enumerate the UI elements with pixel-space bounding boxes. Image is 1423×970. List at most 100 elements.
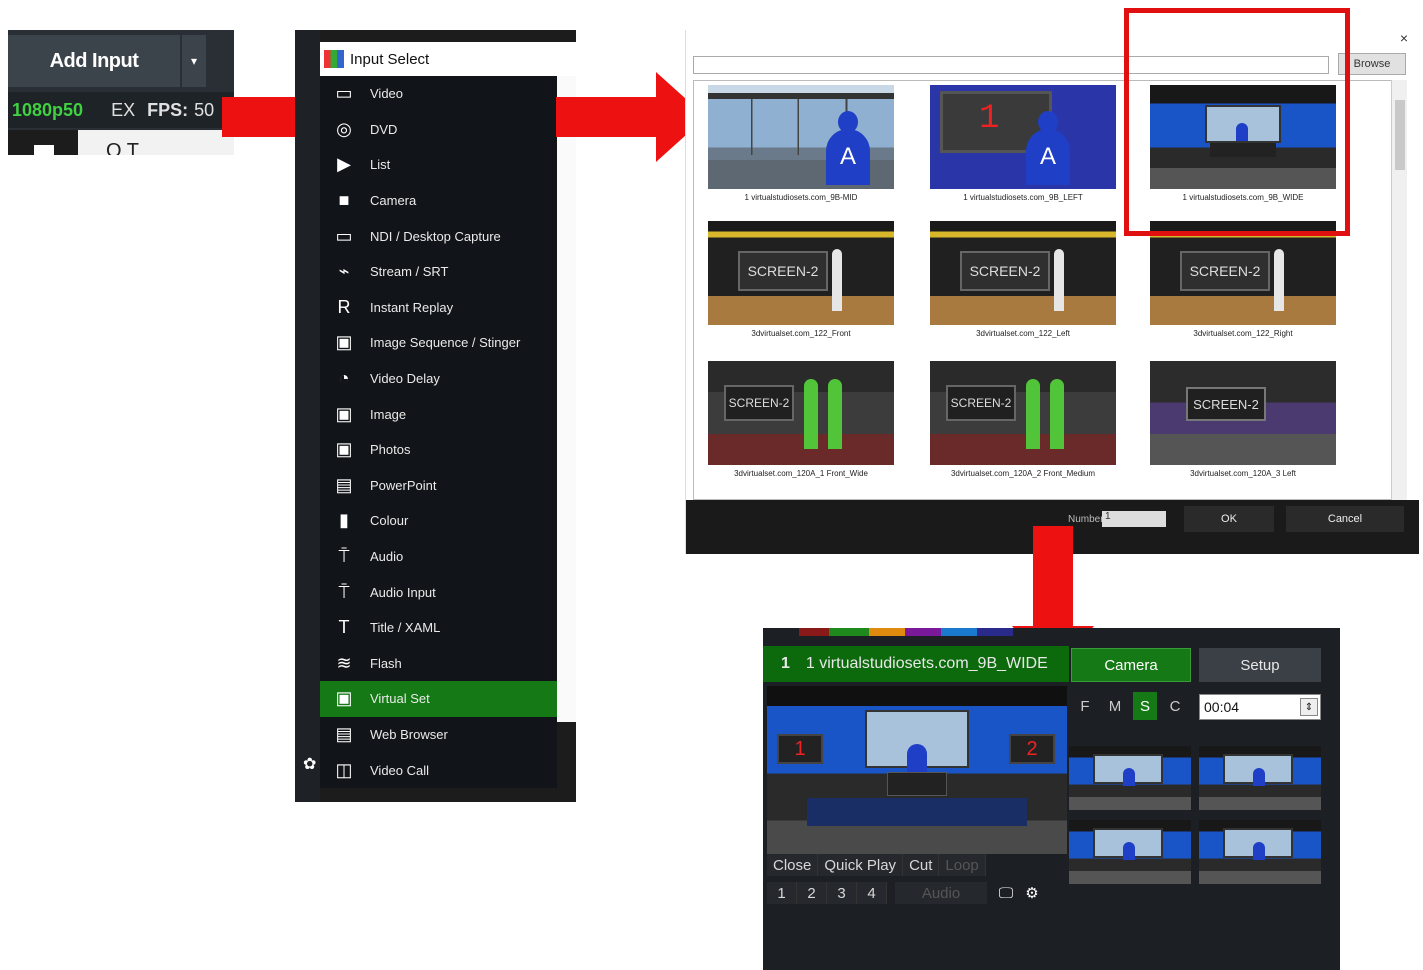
input-select-titlebar: Input Select [320,42,576,76]
menu-item-video-delay[interactable]: ◔ Video Delay [320,361,557,397]
mode-button-s[interactable]: S [1133,692,1157,720]
monitor-left: 1 [777,734,823,764]
mode-buttons: FMSC [1073,692,1187,720]
thumbnail-item[interactable]: A 1 virtualstudiosets.com_9B_LEFT [930,85,1116,202]
menu-item-label: List [370,157,391,173]
menu-item-label: Video Call [370,762,430,778]
menu-item-powerpoint[interactable]: ▤ PowerPoint [320,468,557,504]
menu-item-label: DVD [370,121,398,137]
color-tab[interactable] [977,628,1013,636]
spin-icon[interactable]: ⇕ [1300,698,1318,716]
presentation-icon: ▤ [335,474,353,495]
input-preview[interactable]: 1 2 [767,686,1067,854]
gear-icon[interactable]: ✿ [303,754,316,774]
thumbnail-caption: 3dvirtualset.com_120A_1 Front_Wide [734,469,868,478]
color-tab[interactable] [869,628,905,636]
menu-item-audio-input[interactable]: ⍑ Audio Input [320,574,557,610]
input-header[interactable]: 1 1 virtualstudiosets.com_9B_WIDE [763,646,1069,682]
taskbar-search[interactable]: O T [106,140,139,155]
color-tab[interactable] [941,628,977,636]
thumbnail-image: A [930,85,1116,189]
menu-item-colour[interactable]: ▮ Colour [320,503,557,539]
menu-item-audio[interactable]: ⍑ Audio [320,539,557,575]
time-field[interactable]: 00:04 ⇕ [1199,694,1321,720]
thumbnail-screen-text: SCREEN-2 [960,251,1050,291]
thumbnail-image: SCREEN-2 [930,221,1116,325]
overlay-button-4[interactable]: 4 [857,882,887,904]
menu-item-video-call[interactable]: ◫ Video Call [320,752,557,788]
menu-item-flash[interactable]: ≋ Flash [320,646,557,682]
mode-button-m[interactable]: M [1103,692,1127,720]
thumbnail-item[interactable]: SCREEN-2 3dvirtualset.com_120A_3 Left [1150,361,1336,478]
mode-button-f[interactable]: F [1073,692,1097,720]
input-number: 1 [781,655,790,672]
menu-item-web-browser[interactable]: ▤ Web Browser [320,717,557,753]
number-select[interactable]: 1 [1102,511,1166,527]
thumbnail-caption: 1 virtualstudiosets.com_9B_LEFT [963,193,1083,202]
windows-start-icon[interactable] [8,130,78,155]
thumbnail-item[interactable]: SCREEN-2 3dvirtualset.com_120A_2 Front_Me… [930,361,1116,478]
menu-item-label: Instant Replay [370,299,454,315]
thumbnail-item[interactable]: A 1 virtualstudiosets.com_9B-MID [708,85,894,202]
vertical-scrollbar[interactable] [1391,80,1407,500]
menu-item-list[interactable]: ▶ List [320,147,557,183]
color-tab[interactable] [829,628,869,636]
add-input-button[interactable]: Add Input [8,35,180,87]
toolbar-crop: Add Input ▾ 1080p50 EX FPS: 50 O T [8,30,234,155]
menu-item-ndi-desktop-capture[interactable]: ▭ NDI / Desktop Capture [320,218,557,254]
camera-thumb-4[interactable] [1199,820,1321,884]
overlay-button-2[interactable]: 2 [797,882,827,904]
close-icon[interactable]: × [1400,30,1408,46]
camera-button[interactable]: Camera [1071,648,1191,682]
camera-thumb-3[interactable] [1069,820,1191,884]
menu-item-virtual-set[interactable]: ▣ Virtual Set [320,681,557,717]
taskbar: O T [8,130,234,155]
thumbnail-item[interactable]: SCREEN-2 3dvirtualset.com_120A_1 Front_Wi… [708,361,894,478]
mode-button-c[interactable]: C [1163,692,1187,720]
thumbnail-item[interactable]: SCREEN-2 3dvirtualset.com_122_Front [708,221,894,338]
color-tab[interactable] [905,628,941,636]
close-button[interactable]: Close [767,854,819,876]
menu-item-camera[interactable]: ■ Camera [320,183,557,219]
camera-thumb-2[interactable] [1199,746,1321,810]
menu-item-video[interactable]: ▭ Video [320,76,557,112]
menu-item-stream-srt[interactable]: ⌁ Stream / SRT [320,254,557,290]
thumbnail-screen-text: SCREEN-2 [738,251,828,291]
setup-button[interactable]: Setup [1199,648,1321,682]
menu-item-label: Stream / SRT [370,264,449,280]
thumbnail-item[interactable]: SCREEN-2 3dvirtualset.com_122_Right [1150,221,1336,338]
list-play-icon: ▶ [337,154,351,175]
thumbnail-image: SCREEN-2 [708,221,894,325]
add-input-dropdown-icon[interactable]: ▾ [182,35,206,87]
cut-button[interactable]: Cut [903,854,940,876]
menu-item-image[interactable]: ▣ Image [320,396,557,432]
quick-play-button[interactable]: Quick Play [818,854,904,876]
loop-button[interactable]: Loop [939,854,986,876]
virtual-set-input-panel: 1 1 virtualstudiosets.com_9B_WIDE Camera… [763,628,1340,970]
overlay-button-3[interactable]: 3 [827,882,857,904]
scrollbar-thumb[interactable] [1395,100,1405,170]
thumbnail-item[interactable]: SCREEN-2 3dvirtualset.com_122_Left [930,221,1116,338]
menu-item-image-sequence-stinger[interactable]: ▣ Image Sequence / Stinger [320,325,557,361]
menu-item-instant-replay[interactable]: R Instant Replay [320,290,557,326]
video-call-icon: ◫ [335,759,353,780]
input-title: 1 virtualstudiosets.com_9B_WIDE [805,655,1048,672]
menu-item-photos[interactable]: ▣ Photos [320,432,557,468]
menu-item-label: Web Browser [370,726,448,742]
menu-item-dvd[interactable]: ◎ DVD [320,112,557,148]
fps-label: FPS: [147,99,189,120]
color-tab[interactable] [799,628,829,636]
gear-icon[interactable]: ⚙ [1019,882,1045,904]
camera-thumb-1[interactable] [1069,746,1191,810]
audio-button[interactable]: Audio [895,882,987,904]
menu-item-label: Title / XAML [370,620,441,636]
highlight-box [1124,8,1350,236]
studio-floor [807,798,1027,826]
overlay-button-1[interactable]: 1 [767,882,797,904]
ok-button[interactable]: OK [1184,506,1274,532]
input-type-menu: ▭ Video ◎ DVD ▶ List ■ Camera ▭ NDI / Desktop Cap… [320,76,557,788]
cancel-button[interactable]: Cancel [1286,506,1404,532]
menu-item-title-xaml[interactable]: T Title / XAML [320,610,557,646]
resolution-label: 1080p50 [12,99,84,120]
monitor-icon[interactable]: 🖵 [993,882,1019,904]
